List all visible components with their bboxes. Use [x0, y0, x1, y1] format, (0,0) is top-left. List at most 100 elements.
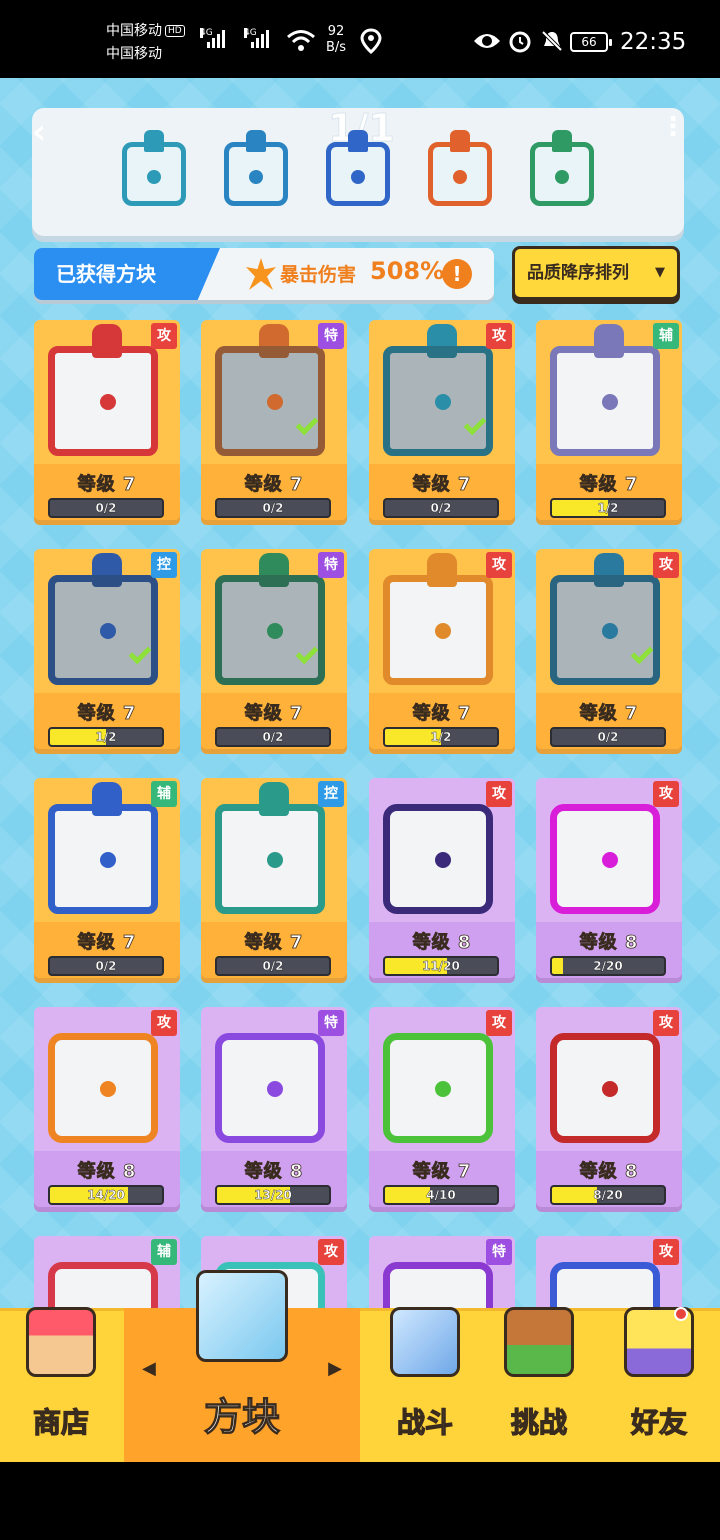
- progress-text: 0/2: [95, 501, 117, 515]
- level-strip: 等级 7 0/2: [536, 693, 682, 749]
- notification-dot: [674, 1307, 688, 1321]
- sword-shield-icon: [390, 1307, 460, 1377]
- block-card[interactable]: 攻等级 7 0/2: [369, 320, 515, 520]
- tab-blocks[interactable]: ◀ ▶ 方块: [124, 1270, 360, 1462]
- block-card[interactable]: 特等级 7 0/2: [201, 320, 347, 520]
- type-badge: 辅: [151, 781, 177, 807]
- signal-icon-2: 4G: [244, 28, 269, 48]
- block-gem-icon: [100, 1081, 116, 1097]
- level-strip: 等级 8 8/20: [536, 1151, 682, 1207]
- level-label: 等级 8: [579, 932, 639, 954]
- block-card[interactable]: 攻等级 8 14/20: [34, 1007, 180, 1207]
- block-card[interactable]: 攻等级 7 0/2: [34, 320, 180, 520]
- progress-text: 0/2: [262, 959, 284, 973]
- type-badge: 控: [318, 781, 344, 807]
- progress-bar: 0/2: [215, 727, 331, 747]
- game-screen: ‹ 1/1 ⋮ 已获得方块 暴击伤害 508% ! 品质降序排列 ▼ 攻等级 70…: [0, 78, 720, 1462]
- back-icon[interactable]: ‹: [32, 112, 46, 152]
- block-card[interactable]: 攻等级 7 0/2: [536, 549, 682, 749]
- level-strip: 等级 7 0/2: [201, 922, 347, 978]
- progress-bar: 0/2: [215, 498, 331, 518]
- progress-text: 13/20: [254, 1188, 292, 1202]
- crit-burst-icon: [246, 258, 276, 290]
- block-card[interactable]: 攻等级 7 1/2: [369, 549, 515, 749]
- progress-text: 8/20: [593, 1188, 623, 1202]
- tab-friends[interactable]: 好友: [598, 1307, 720, 1462]
- block-gem-icon: [602, 1081, 618, 1097]
- status-bar: 中国移动 HD 中国移动 4G 4G 92 B/s 66 22:35: [0, 0, 720, 78]
- tab-battle[interactable]: 战斗: [364, 1307, 486, 1462]
- level-strip: 等级 8 13/20: [201, 1151, 347, 1207]
- dragon-crown-icon: [259, 782, 289, 816]
- level-strip: 等级 7 0/2: [201, 464, 347, 520]
- system-nav-area: [0, 1462, 720, 1540]
- block-gem-icon: [100, 623, 116, 639]
- progress-text: 0/2: [262, 730, 284, 744]
- progress-bar: 14/20: [48, 1185, 164, 1205]
- deck-slot[interactable]: [218, 130, 294, 212]
- type-badge: 攻: [318, 1239, 344, 1265]
- owned-blocks-tab[interactable]: 已获得方块: [34, 248, 220, 300]
- block-card[interactable]: 控等级 7 1/2: [34, 549, 180, 749]
- battery-icon: 66: [570, 32, 612, 52]
- block-card[interactable]: 攻等级 8 11/20: [369, 778, 515, 978]
- progress-text: 1/2: [430, 730, 452, 744]
- dropdown-arrow-icon: ▼: [655, 265, 665, 280]
- level-label: 等级 7: [579, 474, 639, 496]
- dragon-crown-icon: [92, 782, 122, 816]
- deck-slot[interactable]: [116, 130, 192, 212]
- block-card[interactable]: 攻等级 8 8/20: [536, 1007, 682, 1207]
- level-label: 等级 7: [77, 474, 137, 496]
- progress-bar: 0/2: [215, 956, 331, 976]
- dice-block-icon: [196, 1270, 288, 1362]
- wifi-icon: [287, 30, 315, 51]
- block-gem-icon: [351, 170, 365, 184]
- type-badge: 攻: [486, 1010, 512, 1036]
- level-label: 等级 8: [244, 1161, 304, 1183]
- progress-bar: 0/2: [48, 956, 164, 976]
- block-gem-icon: [267, 1081, 283, 1097]
- dragon-crown-icon: [92, 324, 122, 358]
- type-badge: 攻: [486, 552, 512, 578]
- tab-shop[interactable]: 商店: [0, 1307, 122, 1462]
- block-card[interactable]: 辅等级 7 1/2: [536, 320, 682, 520]
- block-card[interactable]: 辅等级 7 0/2: [34, 778, 180, 978]
- block-gem-icon: [267, 394, 283, 410]
- block-card[interactable]: 特等级 8 13/20: [201, 1007, 347, 1207]
- deck-slot[interactable]: [422, 130, 498, 212]
- level-strip: 等级 7 0/2: [34, 922, 180, 978]
- progress-bar: 8/20: [550, 1185, 666, 1205]
- progress-bar: 1/2: [383, 727, 499, 747]
- block-card[interactable]: 控等级 7 0/2: [201, 778, 347, 978]
- level-label: 等级 7: [244, 703, 304, 725]
- level-strip: 等级 7 0/2: [201, 693, 347, 749]
- level-label: 等级 7: [244, 932, 304, 954]
- level-label: 等级 7: [579, 703, 639, 725]
- type-badge: 辅: [653, 323, 679, 349]
- tab-challenge[interactable]: 挑战: [478, 1307, 600, 1462]
- dragon-crown-icon: [552, 130, 572, 152]
- block-gem-icon: [267, 852, 283, 868]
- block-gem-icon: [435, 623, 451, 639]
- deck-slot[interactable]: [320, 130, 396, 212]
- level-label: 等级 7: [412, 1161, 472, 1183]
- level-strip: 等级 8 2/20: [536, 922, 682, 978]
- level-strip: 等级 7 1/2: [34, 693, 180, 749]
- sort-button[interactable]: 品质降序排列 ▼: [512, 246, 680, 300]
- progress-text: 14/20: [87, 1188, 125, 1202]
- level-label: 等级 7: [77, 932, 137, 954]
- block-gem-icon: [267, 623, 283, 639]
- type-badge: 特: [486, 1239, 512, 1265]
- block-card[interactable]: 攻等级 7 4/10: [369, 1007, 515, 1207]
- deck-slot[interactable]: [524, 130, 600, 212]
- info-button[interactable]: !: [442, 259, 472, 289]
- dragon-crown-icon: [427, 553, 457, 587]
- more-icon[interactable]: ⋮: [660, 112, 686, 142]
- block-card[interactable]: 攻等级 8 2/20: [536, 778, 682, 978]
- progress-text: 0/2: [430, 501, 452, 515]
- progress-bar: 4/10: [383, 1185, 499, 1205]
- level-label: 等级 8: [579, 1161, 639, 1183]
- block-card[interactable]: 特等级 7 0/2: [201, 549, 347, 749]
- deck-panel: ‹ 1/1 ⋮: [32, 106, 686, 236]
- progress-bar: 0/2: [550, 727, 666, 747]
